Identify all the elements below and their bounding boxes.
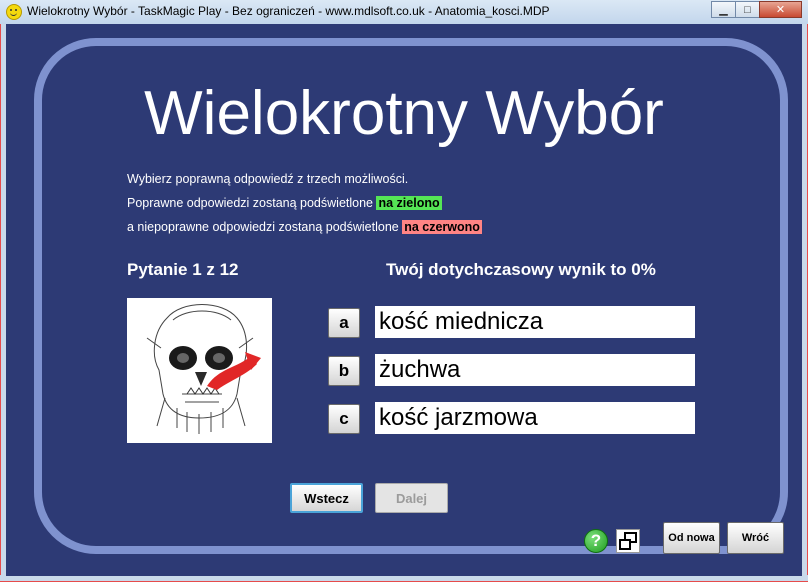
instruction-line-2-text: Poprawne odpowiedzi zostaną podświetlone — [127, 196, 377, 210]
wrong-highlight-label: na czerwono — [402, 220, 482, 234]
option-c-button[interactable]: c — [328, 404, 360, 434]
option-a-answer[interactable]: kość miednicza — [375, 306, 695, 338]
reset-button[interactable]: Od nowa — [663, 522, 720, 554]
skull-illustration — [146, 304, 261, 434]
maximize-button[interactable]: □ — [735, 1, 760, 18]
minimize-button[interactable]: ▁ — [711, 1, 736, 18]
score-label: Twój dotychczasowy wynik to 0% — [386, 260, 656, 279]
instruction-line-2: Poprawne odpowiedzi zostaną podświetlone… — [127, 196, 442, 210]
back-button[interactable]: Wstecz — [290, 483, 363, 513]
option-a-button[interactable]: a — [328, 308, 360, 338]
option-b-answer[interactable]: żuchwa — [375, 354, 695, 386]
help-icon[interactable]: ? — [584, 529, 608, 553]
option-c-answer[interactable]: kość jarzmowa — [375, 402, 695, 434]
app-client-area: Wielokrotny Wybór Wybierz poprawną odpow… — [6, 24, 802, 576]
return-button[interactable]: Wróć — [727, 522, 784, 554]
window-frame-right — [801, 24, 808, 582]
window-title: Wielokrotny Wybór - TaskMagic Play - Bez… — [27, 4, 550, 18]
title-bar[interactable]: Wielokrotny Wybór - TaskMagic Play - Bez… — [0, 0, 808, 25]
option-b-button[interactable]: b — [328, 356, 360, 386]
window-controls: ▁ □ ✕ — [711, 1, 802, 19]
instruction-line-3-text: a niepoprawne odpowiedzi zostaną podświe… — [127, 220, 403, 234]
instruction-line-1: Wybierz poprawną odpowiedź z trzech możl… — [127, 172, 409, 186]
window-frame-bottom — [0, 575, 808, 582]
app-smiley-icon — [6, 4, 22, 20]
instruction-line-3: a niepoprawne odpowiedzi zostaną podświe… — [127, 220, 482, 234]
window-mode-icon[interactable] — [616, 529, 640, 553]
page-title: Wielokrotny Wybór — [144, 79, 664, 148]
close-button[interactable]: ✕ — [759, 1, 802, 18]
question-counter: Pytanie 1 z 12 — [127, 260, 239, 279]
next-button[interactable]: Dalej — [375, 483, 448, 513]
question-image-skull — [127, 298, 272, 443]
correct-highlight-label: na zielono — [376, 196, 442, 210]
